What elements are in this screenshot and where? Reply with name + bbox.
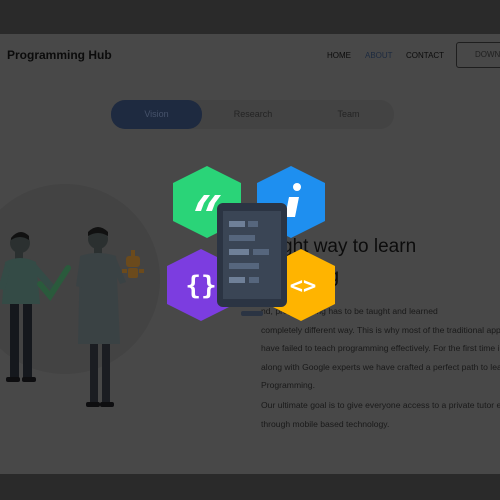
code-icon: <> [290, 274, 317, 299]
braces-icon: {} [185, 271, 216, 301]
download-button[interactable]: DOWN [456, 42, 500, 68]
person-left [0, 231, 55, 382]
brand-name[interactable]: Programming Hub [7, 48, 112, 62]
nav-home[interactable]: HOME [327, 51, 351, 60]
phone-icon [217, 203, 287, 316]
tab-vision[interactable]: Vision [111, 100, 202, 129]
paragraph-2-line: Our ultimate goal is to give everyone ac… [261, 400, 500, 410]
paragraph-2: Our ultimate goal is to give everyone ac… [261, 396, 500, 433]
tab-research[interactable]: Research [207, 100, 299, 129]
people-illustration [0, 227, 144, 407]
nav-contact[interactable]: CONTACT [406, 51, 444, 60]
paragraph-1-line: along with Google experts we have crafte… [261, 361, 500, 372]
person-right [76, 227, 126, 407]
bottom-dark-strip [0, 474, 500, 500]
paragraph-1-line: have failed to teach programming effecti… [261, 343, 500, 353]
tab-bar: Vision Research Team [111, 100, 394, 129]
programming-hub-logo: {} <> [167, 166, 335, 321]
top-dark-strip [0, 0, 500, 34]
tab-team[interactable]: Team [303, 100, 394, 129]
paragraph-1-line: Programming. [261, 380, 315, 390]
robot-icon [122, 250, 144, 278]
nav-about[interactable]: ABOUT [365, 51, 393, 60]
paragraph-2-line: through mobile based technology. [261, 418, 390, 429]
header: Programming Hub HOME ABOUT CONTACT DOWN [0, 34, 500, 78]
